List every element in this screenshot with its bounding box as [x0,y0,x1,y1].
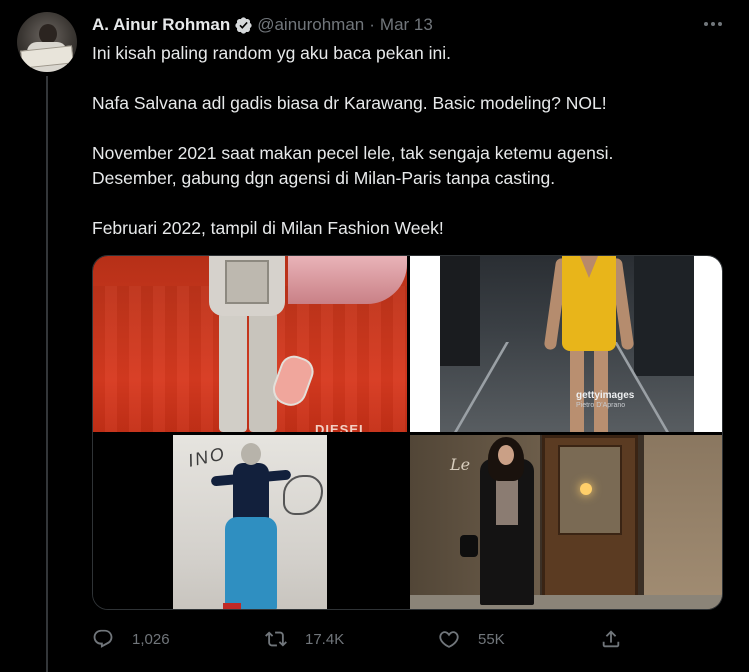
tweet-date[interactable]: Mar 13 [380,15,433,35]
action-bar: 1,026 17.4K 55K [92,624,632,654]
shop-sign: Le [450,455,471,474]
thread-line [46,76,48,672]
lamp [580,483,592,495]
photo-street-blue-pants[interactable]: INO [93,435,407,609]
tweet-line: November 2021 saat makan pecel lele, tak… [92,143,614,163]
heart-icon [439,631,459,648]
reply-icon [93,629,113,648]
avatar[interactable] [17,12,77,72]
pink-structure [288,256,407,304]
like-button[interactable]: 55K [438,624,505,654]
tweet-header: A. Ainur Rohman @ainurohman · Mar 13 [92,14,433,36]
model-pants [225,517,277,609]
photo-street-black-coat[interactable]: Le [410,435,722,609]
verified-badge-icon [235,16,252,34]
share-button[interactable] [600,624,622,654]
media-grid: DIESEL gettyimages Pietro D'Aprano INO L… [92,255,723,610]
avatar-head [39,24,57,44]
share-icon [602,630,620,648]
tweet-line: Ini kisah paling random yg aku baca peka… [92,43,451,63]
model-face [498,445,514,465]
model-figure [201,256,318,432]
photo-credit: Pietro D'Aprano [576,402,626,409]
pavement [410,595,722,609]
model-shirt [496,475,518,525]
runway-scene: gettyimages Pietro D'Aprano [440,256,694,432]
photo-runway-yellow-dress[interactable]: gettyimages Pietro D'Aprano [410,256,722,432]
retweet-icon [265,631,287,647]
separator-dot: · [369,15,375,34]
tweet-text: Ini kisah paling random yg aku baca peka… [92,41,722,241]
author-name[interactable]: A. Ainur Rohman [92,15,230,35]
like-count: 55K [478,630,505,648]
more-icon[interactable] [700,12,726,36]
tweet-line: Nafa Salvana adl gadis biasa dr Karawang… [92,93,607,113]
photo-runway-red-carpet[interactable]: DIESEL [93,256,407,432]
author-handle[interactable]: @ainurohman [257,15,364,35]
model-purse [460,535,478,557]
retweet-button[interactable]: 17.4K [265,624,344,654]
reply-button[interactable]: 1,026 [92,624,170,654]
diesel-logo: DIESEL [315,422,368,432]
model-shoe [223,603,241,609]
tweet-line: Februari 2022, tampil di Milan Fashion W… [92,218,444,238]
tweet-line: Desember, gabung dgn agensi di Milan-Par… [92,168,556,188]
model-top [233,463,269,521]
tweet[interactable]: A. Ainur Rohman @ainurohman · Mar 13 Ini… [0,0,749,672]
retweet-count: 17.4K [305,630,345,648]
getty-watermark: gettyimages [576,390,635,401]
shop-window [644,435,722,609]
model-head [241,443,261,465]
reply-count: 1,026 [132,630,170,648]
